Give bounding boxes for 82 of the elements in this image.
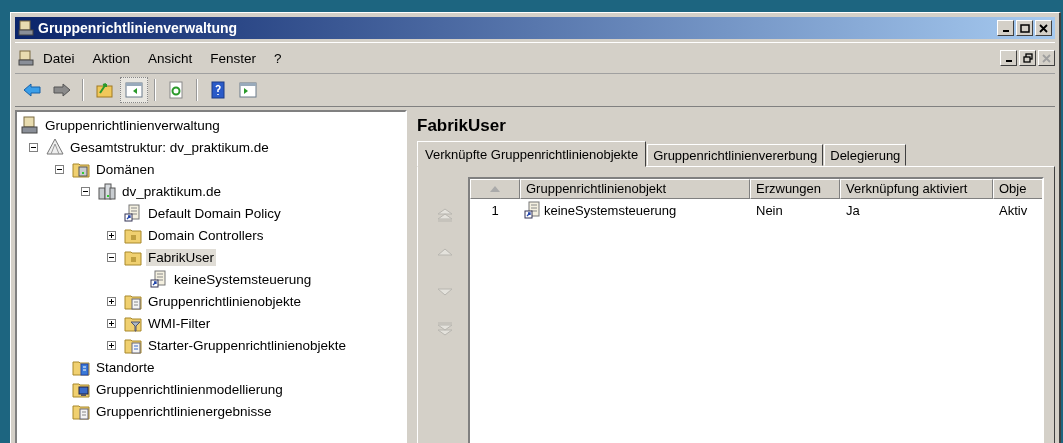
report-folder-icon bbox=[72, 402, 90, 420]
table-cell-text: Ja bbox=[845, 202, 861, 218]
tree-item[interactable]: WMI-Filter bbox=[146, 314, 213, 332]
table-cell: keineSystemsteuerung bbox=[544, 202, 677, 218]
minimize-button[interactable] bbox=[1000, 50, 1017, 66]
column-header[interactable]: Obje bbox=[993, 179, 1042, 199]
pane-icon bbox=[124, 81, 144, 99]
maximize-icon bbox=[1019, 23, 1030, 33]
double-up-arrow-icon bbox=[436, 208, 454, 222]
table-cell-text: Aktiv bbox=[998, 202, 1029, 218]
collapse-icon[interactable] bbox=[55, 164, 64, 174]
server-folder-icon bbox=[72, 160, 90, 178]
menu-item[interactable]: Aktion bbox=[83, 50, 140, 66]
expand-icon[interactable] bbox=[107, 296, 116, 306]
folder-icon bbox=[124, 226, 142, 244]
console-icon bbox=[18, 20, 34, 36]
table-cell-text: 1 bbox=[490, 202, 500, 218]
expand-icon[interactable] bbox=[107, 340, 116, 350]
console-icon bbox=[21, 116, 39, 134]
restore-button[interactable] bbox=[1019, 50, 1036, 66]
scroll-shortcut-icon bbox=[150, 270, 168, 288]
tree-item[interactable]: Gruppenrichtlinienmodellierung bbox=[94, 380, 285, 398]
close-icon bbox=[1042, 53, 1051, 63]
scroll-shortcut-icon bbox=[524, 201, 542, 219]
document-folder-icon bbox=[124, 336, 142, 354]
collapse-icon[interactable] bbox=[107, 252, 116, 262]
server-icon bbox=[98, 182, 116, 200]
menu-item[interactable]: Ansicht bbox=[139, 50, 202, 66]
maximize-button[interactable] bbox=[1016, 20, 1033, 36]
help-icon bbox=[208, 81, 228, 99]
tree-item[interactable]: Starter-Gruppenrichtlinienobjekte bbox=[146, 336, 349, 354]
pane-heading: FabrikUser bbox=[417, 116, 507, 136]
left-arrow-icon bbox=[22, 81, 42, 99]
minimize-icon bbox=[1005, 60, 1012, 62]
tree-item[interactable]: Gesamtstruktur: dv_praktikum.de bbox=[68, 138, 271, 156]
column-header[interactable] bbox=[470, 179, 520, 199]
restore-icon bbox=[1022, 53, 1033, 63]
folder-arrow-icon bbox=[94, 81, 114, 99]
tree-item[interactable]: dv_praktikum.de bbox=[120, 182, 224, 200]
minimize-icon bbox=[1002, 30, 1009, 32]
console-icon bbox=[18, 50, 34, 66]
tree-item[interactable]: FabrikUser bbox=[146, 248, 216, 266]
tab[interactable]: Gruppenrichtlinienvererbung bbox=[647, 144, 824, 166]
pane-icon bbox=[238, 81, 258, 99]
menu-item[interactable]: ? bbox=[265, 50, 291, 66]
collapse-icon[interactable] bbox=[81, 186, 90, 196]
close-button[interactable] bbox=[1038, 50, 1055, 66]
tree-item[interactable]: Standorte bbox=[94, 358, 157, 376]
right-arrow-icon bbox=[52, 81, 72, 99]
tree-item[interactable]: Domain Controllers bbox=[146, 226, 266, 244]
filter-folder-icon bbox=[124, 314, 142, 332]
tree-item[interactable]: Domänen bbox=[94, 160, 157, 178]
tab[interactable]: Delegierung bbox=[824, 144, 907, 166]
window-title: Gruppenrichtlinienverwaltung bbox=[38, 20, 239, 36]
table-cell-text: Nein bbox=[755, 202, 784, 218]
sort-arrow-icon bbox=[490, 186, 500, 192]
building-folder-icon bbox=[72, 358, 90, 376]
tree-item[interactable]: Gruppenrichtlinienverwaltung bbox=[43, 116, 222, 134]
column-header[interactable]: Erzwungen bbox=[750, 179, 840, 199]
tab[interactable]: Verknüpfte Gruppenrichtlinienobjekte bbox=[417, 141, 647, 167]
triangle-icon bbox=[46, 138, 64, 156]
tree-item[interactable]: Gruppenrichtlinienergebnisse bbox=[94, 402, 274, 420]
tree-item[interactable]: keineSystemsteuerung bbox=[172, 270, 314, 288]
tree-item[interactable]: Gruppenrichtlinienobjekte bbox=[146, 292, 304, 310]
folder-icon bbox=[124, 248, 142, 266]
expand-icon[interactable] bbox=[107, 318, 116, 328]
expand-icon[interactable] bbox=[107, 230, 116, 240]
column-header[interactable]: Verknüpfung aktiviert bbox=[840, 179, 993, 199]
close-button[interactable] bbox=[1035, 20, 1052, 36]
menu-item[interactable]: Datei bbox=[34, 50, 84, 66]
collapse-icon[interactable] bbox=[29, 142, 38, 152]
minimize-button[interactable] bbox=[997, 20, 1014, 36]
close-icon bbox=[1039, 23, 1048, 33]
computer-folder-icon bbox=[72, 380, 90, 398]
scroll-shortcut-icon bbox=[124, 204, 142, 222]
column-header[interactable]: Gruppenrichtlinienobjekt bbox=[520, 179, 750, 199]
tree-item[interactable]: Default Domain Policy bbox=[146, 204, 283, 222]
double-down-arrow-icon bbox=[436, 322, 454, 336]
refresh-icon bbox=[166, 81, 186, 99]
document-folder-icon bbox=[124, 292, 142, 310]
show-tree-button[interactable] bbox=[120, 77, 148, 103]
menu-item[interactable]: Fenster bbox=[201, 50, 266, 66]
